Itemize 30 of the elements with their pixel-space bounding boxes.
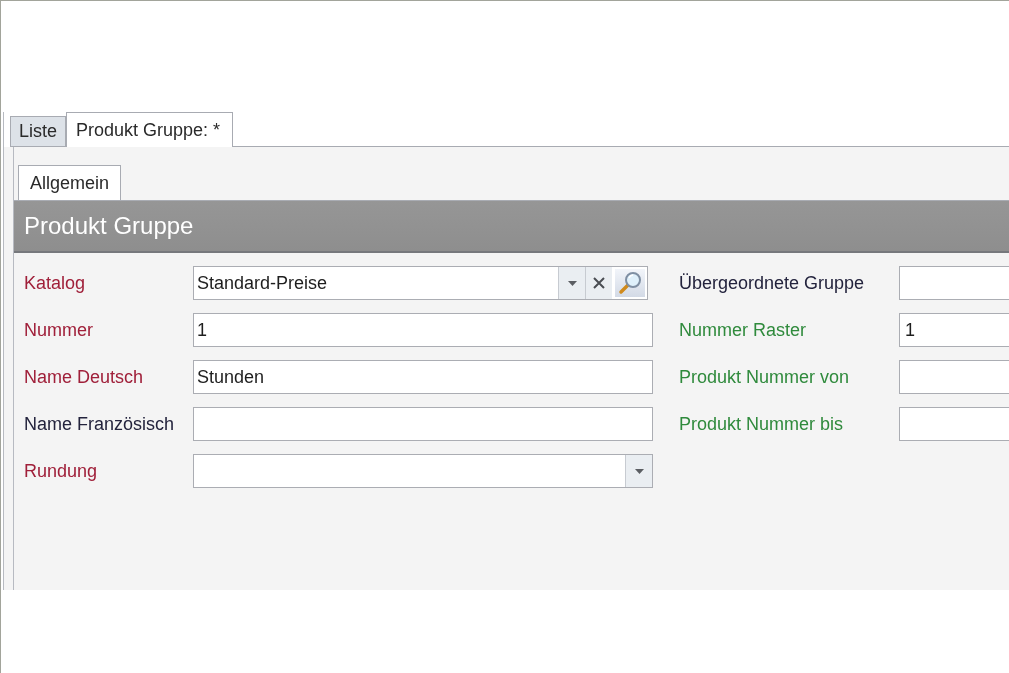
lookup-field[interactable]: Standard-Preise — [193, 266, 648, 300]
document-tab[interactable]: Liste — [10, 116, 67, 147]
field-label: Katalog — [24, 271, 87, 295]
clear-button[interactable] — [585, 267, 612, 299]
field-label: Übergeordnete Gruppe — [679, 271, 866, 295]
text-field[interactable] — [899, 266, 1009, 300]
text-field[interactable]: 1 — [899, 313, 1009, 347]
caret-icon — [567, 280, 577, 286]
field-label: Rundung — [24, 459, 99, 483]
document-tab[interactable]: Produkt Gruppe: * — [66, 112, 234, 147]
text-field[interactable] — [899, 407, 1009, 441]
dropdown-field[interactable] — [193, 454, 653, 488]
section-header: Produkt Gruppe — [14, 200, 1009, 253]
page-tab[interactable]: Allgemein — [18, 165, 122, 200]
x-icon — [593, 277, 605, 289]
field-label: Produkt Nummer von — [679, 365, 851, 389]
field-label: Name Französisch — [24, 412, 176, 436]
dropdown-button[interactable] — [558, 267, 585, 299]
search-icon — [618, 271, 642, 295]
field-value: Standard-Preise — [196, 271, 329, 295]
text-field[interactable]: 1 — [193, 313, 653, 347]
field-label: Produkt Nummer bis — [679, 412, 845, 436]
text-field[interactable]: Stunden — [193, 360, 653, 394]
dropdown-button[interactable] — [625, 455, 652, 487]
text-field[interactable] — [899, 360, 1009, 394]
field-label: Name Deutsch — [24, 365, 145, 389]
field-label: Nummer Raster — [679, 318, 808, 342]
caret-icon — [634, 468, 644, 474]
field-label: Nummer — [24, 318, 94, 342]
text-field[interactable] — [193, 407, 653, 441]
